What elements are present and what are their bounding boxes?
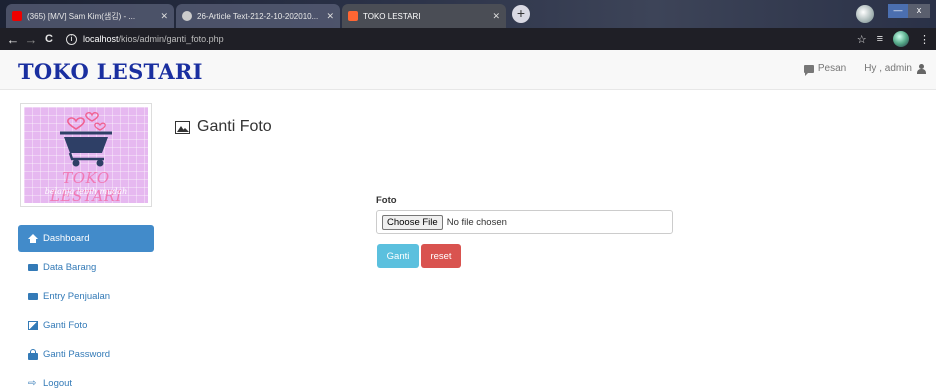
brand-title[interactable]: TOKO LESTARI [18,59,203,84]
file-input[interactable]: Choose File No file chosen [376,210,673,234]
logo-title: TOKO LESTARI [50,169,122,203]
profile-icon[interactable] [856,5,874,23]
user-icon [916,63,926,74]
sidebar-item-entry-penjualan[interactable]: Entry Penjualan [18,282,154,311]
close-window-button[interactable]: x [908,4,930,18]
picture-icon [175,120,190,134]
info-icon[interactable]: i [66,33,77,45]
store-logo: TOKO LESTARI belanja lebih mudah [20,103,152,207]
forward-button[interactable]: → [22,32,40,47]
sidebar-item-label: Logout [43,378,73,389]
url-host: localhost [83,34,119,44]
page-icon [348,11,358,21]
menu-icon[interactable]: ⋮ [919,33,930,46]
pesan-label: Pesan [817,63,847,74]
browser-tab-youtube[interactable]: (365) [M/V] Sam Kim(샘김) - ... ✕ [6,4,174,28]
app-navbar: TOKO LESTARI Pesan Hy , admin [0,50,936,90]
page-title-text: Ganti Foto [197,118,272,135]
browser-tab-bar: (365) [M/V] Sam Kim(샘김) - ... ✕ 26-Artic… [0,0,936,28]
sidebar-item-label: Ganti Foto [43,320,88,331]
sidebar-item-data-barang[interactable]: Data Barang [18,253,154,282]
pesan-link[interactable]: Pesan [803,63,847,76]
user-link[interactable]: Hy , admin [864,63,926,74]
tab-label: TOKO LESTARI [363,11,421,21]
new-tab-button[interactable]: + [512,5,530,23]
queue-icon[interactable]: ≡ [877,33,883,45]
reset-button[interactable]: reset [421,244,461,268]
extension-icon[interactable] [893,31,909,47]
sidebar-item-label: Data Barang [43,262,97,273]
globe-icon [182,11,192,21]
sidebar-item-dashboard[interactable]: Dashboard [18,225,154,252]
close-icon[interactable]: ✕ [326,11,334,22]
tab-label: 26-Article Text-212-2-10-202010... [197,11,319,21]
sidebar-nav: Dashboard Data Barang Entry Penjualan Ga… [18,225,154,392]
sidebar-item-label: Ganti Password [43,349,111,360]
sidebar-item-ganti-foto[interactable]: Ganti Foto [18,311,154,340]
browser-tab-article[interactable]: 26-Article Text-212-2-10-202010... ✕ [176,4,340,28]
url-path: /kios/admin/ganti_foto.php [118,34,224,44]
address-bar: ← → C i localhost/kios/admin/ganti_foto.… [0,28,936,50]
minimize-button[interactable]: — [888,4,908,18]
back-button[interactable]: ← [4,32,22,47]
file-status: No file chosen [446,216,507,228]
sidebar-item-label: Entry Penjualan [43,291,111,302]
foto-label: Foto [376,195,397,206]
bank-icon [28,264,38,271]
user-label: Hy , admin [864,63,912,74]
page-title: Ganti Foto [175,118,272,136]
youtube-icon [12,11,22,21]
sidebar-item-label: Dashboard [43,233,90,244]
close-icon[interactable]: ✕ [160,11,168,22]
tab-label: (365) [M/V] Sam Kim(샘김) - ... [27,11,136,21]
url-field[interactable]: i localhost/kios/admin/ganti_foto.php [66,33,224,45]
close-icon[interactable]: ✕ [492,11,500,22]
comment-icon [803,64,814,76]
lock-icon [28,348,38,360]
reload-button[interactable]: C [40,33,58,45]
sidebar-item-ganti-password[interactable]: Ganti Password [18,340,154,369]
logo-tagline: belanja lebih mudah [44,187,128,196]
choose-file-button[interactable]: Choose File [382,214,443,230]
sidebar-item-logout[interactable]: ⇨ Logout [18,369,154,392]
ganti-button[interactable]: Ganti [377,244,419,268]
logout-icon: ⇨ [28,378,37,389]
home-icon [28,234,38,243]
bank-icon [28,293,38,300]
browser-tab-toko-lestari[interactable]: TOKO LESTARI ✕ [342,4,506,28]
picture-icon [28,321,38,330]
star-icon[interactable]: ☆ [857,33,867,46]
